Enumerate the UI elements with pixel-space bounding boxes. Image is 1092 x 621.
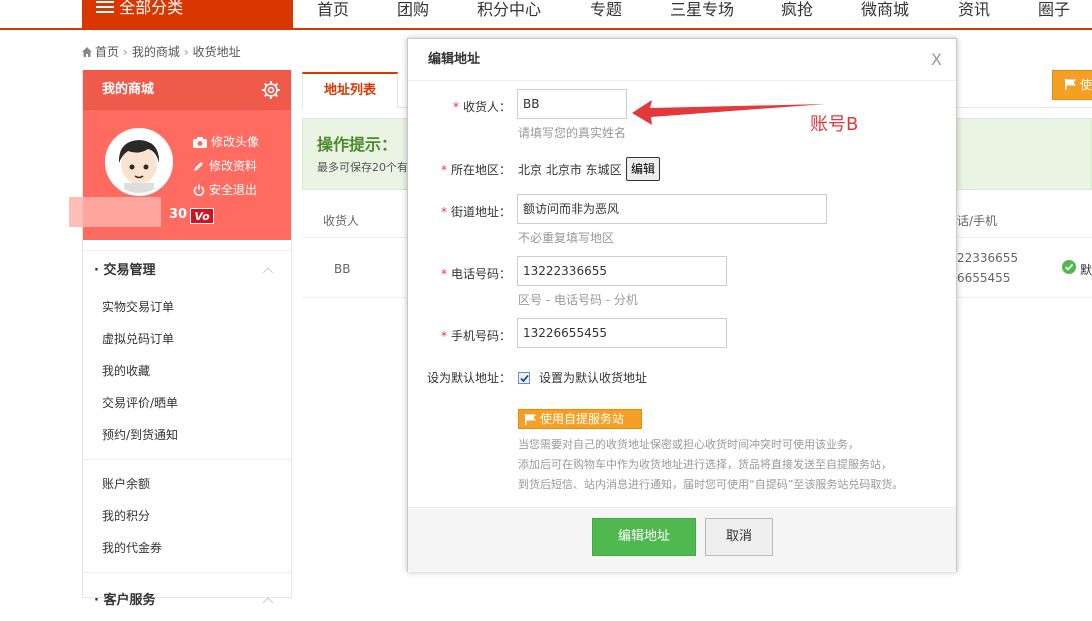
row-receiver: BB <box>334 262 351 276</box>
all-categories-button[interactable]: 全部分类 <box>82 0 293 30</box>
dialog-header: 编辑地址 X <box>408 39 956 81</box>
mobile-input[interactable]: 13226655455 <box>517 318 727 348</box>
breadcrumb: 首页 › 我的商城 › 收货地址 <box>82 43 241 60</box>
trade-section: · 交易管理 实物交易订单 虚拟兑码订单 我的收藏 交易评价/晒单 预约/到货通… <box>83 250 291 621</box>
default-checkbox[interactable] <box>518 372 530 384</box>
self-pickup-description: 当您需要对自己的收货地址保密或担心收货时间冲突时可使用该业务， 添加后可在购物车… <box>518 438 904 491</box>
new-address-button[interactable]: 使 <box>1052 70 1092 100</box>
annotation-text: 账号B <box>810 114 859 135</box>
column-phone: 话/手机 <box>957 214 998 228</box>
submit-edit-address-button[interactable]: 编辑地址 <box>592 518 696 556</box>
nav-link-groupbuy[interactable]: 团购 <box>397 0 429 20</box>
flag-icon <box>525 414 536 425</box>
camera-icon <box>193 137 207 148</box>
receiver-label: * 收货人： <box>452 100 511 114</box>
nav-link-news[interactable]: 资讯 <box>958 0 990 20</box>
pencil-icon <box>194 162 203 171</box>
default-checkbox-text[interactable]: 设置为默认收货地址 <box>539 369 647 386</box>
logout-link[interactable]: 安全退出 <box>193 178 259 202</box>
region-label: * 所在地区： <box>440 163 511 177</box>
section-title-service[interactable]: · 客户服务 <box>83 581 291 621</box>
profile-links: 修改头像 修改资料 安全退出 <box>193 130 259 202</box>
username-redaction <box>69 197 161 227</box>
phone-input[interactable]: 13222336655 <box>517 256 727 286</box>
sidebar-item-reviews[interactable]: 交易评价/晒单 <box>83 387 291 419</box>
avatar-cartoon-icon <box>108 131 170 193</box>
menu-icon <box>96 0 114 16</box>
region-edit-button[interactable]: 编辑 <box>626 157 660 181</box>
breadcrumb-home[interactable]: 首页 <box>95 45 119 59</box>
divider <box>83 459 291 460</box>
row-mobile: 6655455 <box>957 271 1011 285</box>
close-button[interactable]: X <box>931 39 942 81</box>
breadcrumb-mall[interactable]: 我的商城 <box>132 45 180 59</box>
dialog-title: 编辑地址 <box>428 52 481 67</box>
breadcrumb-current: 收货地址 <box>192 45 241 59</box>
check-circle-icon <box>1062 260 1076 274</box>
home-icon <box>82 47 92 57</box>
sidebar-header: 我的商城 <box>83 70 291 110</box>
nav-link-micro-mall[interactable]: 微商城 <box>861 0 909 20</box>
cancel-button[interactable]: 取消 <box>705 518 773 556</box>
street-hint: 不必重复填写地区 <box>518 231 615 245</box>
edit-profile-link[interactable]: 修改资料 <box>193 154 259 178</box>
sidebar-item-favorites[interactable]: 我的收藏 <box>83 355 291 387</box>
column-receiver: 收货人 <box>323 214 360 228</box>
top-navigation: 全部分类 首页 团购 积分中心 专题 三星专场 疯抢 微商城 资讯 圈子 <box>0 0 1092 30</box>
sidebar-item-virtual-orders[interactable]: 虚拟兑码订单 <box>83 323 291 355</box>
sidebar-item-vouchers[interactable]: 我的代金券 <box>83 532 291 564</box>
receiver-input[interactable]: BB <box>517 89 627 119</box>
avatar[interactable] <box>105 128 173 196</box>
breadcrumb-separator: › <box>183 45 189 59</box>
power-icon <box>193 184 205 196</box>
section-title-trade[interactable]: · 交易管理 <box>83 251 291 291</box>
self-pickup-button[interactable]: 使用自提服务站 <box>518 409 642 429</box>
phone-hint: 区号 - 电话号码 - 分机 <box>518 293 638 307</box>
region-value: 北京 北京市 东城区 <box>518 163 622 177</box>
receiver-hint: 请填写您的真实姓名 <box>518 126 627 140</box>
nav-link-topics[interactable]: 专题 <box>590 0 622 20</box>
breadcrumb-separator: › <box>123 45 128 59</box>
tips-text: 最多可保存20个有 <box>317 161 408 174</box>
sidebar: 我的商城 修改头像 修改资料 安全退出 30 Vo · 交易管理 实物交易订单 … <box>69 70 292 608</box>
nav-link-points[interactable]: 积分中心 <box>477 0 541 20</box>
street-input[interactable]: 额访问而非为恶风 <box>517 194 827 224</box>
row-phone: 22336655 <box>957 251 1019 265</box>
nav-link-samsung[interactable]: 三星专场 <box>670 0 734 20</box>
sidebar-item-orders[interactable]: 实物交易订单 <box>83 291 291 323</box>
sidebar-item-notifications[interactable]: 预约/到货通知 <box>83 419 291 451</box>
default-label: 设为默认地址： <box>426 371 511 385</box>
phone-label: * 电话号码： <box>440 267 511 281</box>
sidebar-item-points[interactable]: 我的积分 <box>83 500 291 532</box>
change-avatar-link[interactable]: 修改头像 <box>193 130 259 154</box>
edit-address-dialog: 编辑地址 X * 收货人： BB 请填写您的真实姓名 * 所在地区： 北京 北京市 … <box>407 38 957 572</box>
checkmark-icon <box>520 374 529 383</box>
sidebar-title: 我的商城 <box>102 82 155 97</box>
dialog-footer: 编辑地址 取消 <box>408 507 956 572</box>
gear-icon[interactable] <box>261 80 281 100</box>
username: 30 <box>169 207 188 222</box>
nav-link-circle[interactable]: 圈子 <box>1038 0 1070 20</box>
sidebar-item-balance[interactable]: 账户余额 <box>83 468 291 500</box>
row-default-label: 默 <box>1080 263 1092 277</box>
nav-link-flash-sale[interactable]: 疯抢 <box>781 0 813 20</box>
vip-badge: Vo <box>190 208 214 224</box>
divider <box>83 572 291 573</box>
tab-address-list[interactable]: 地址列表 <box>302 72 398 109</box>
nav-link-home[interactable]: 首页 <box>317 0 349 20</box>
tips-title: 操作提示： <box>317 135 398 154</box>
street-label: * 街道地址： <box>440 205 511 219</box>
mobile-label: * 手机号码： <box>440 329 511 343</box>
chevron-up-icon <box>263 267 273 273</box>
flag-icon <box>1065 79 1076 90</box>
